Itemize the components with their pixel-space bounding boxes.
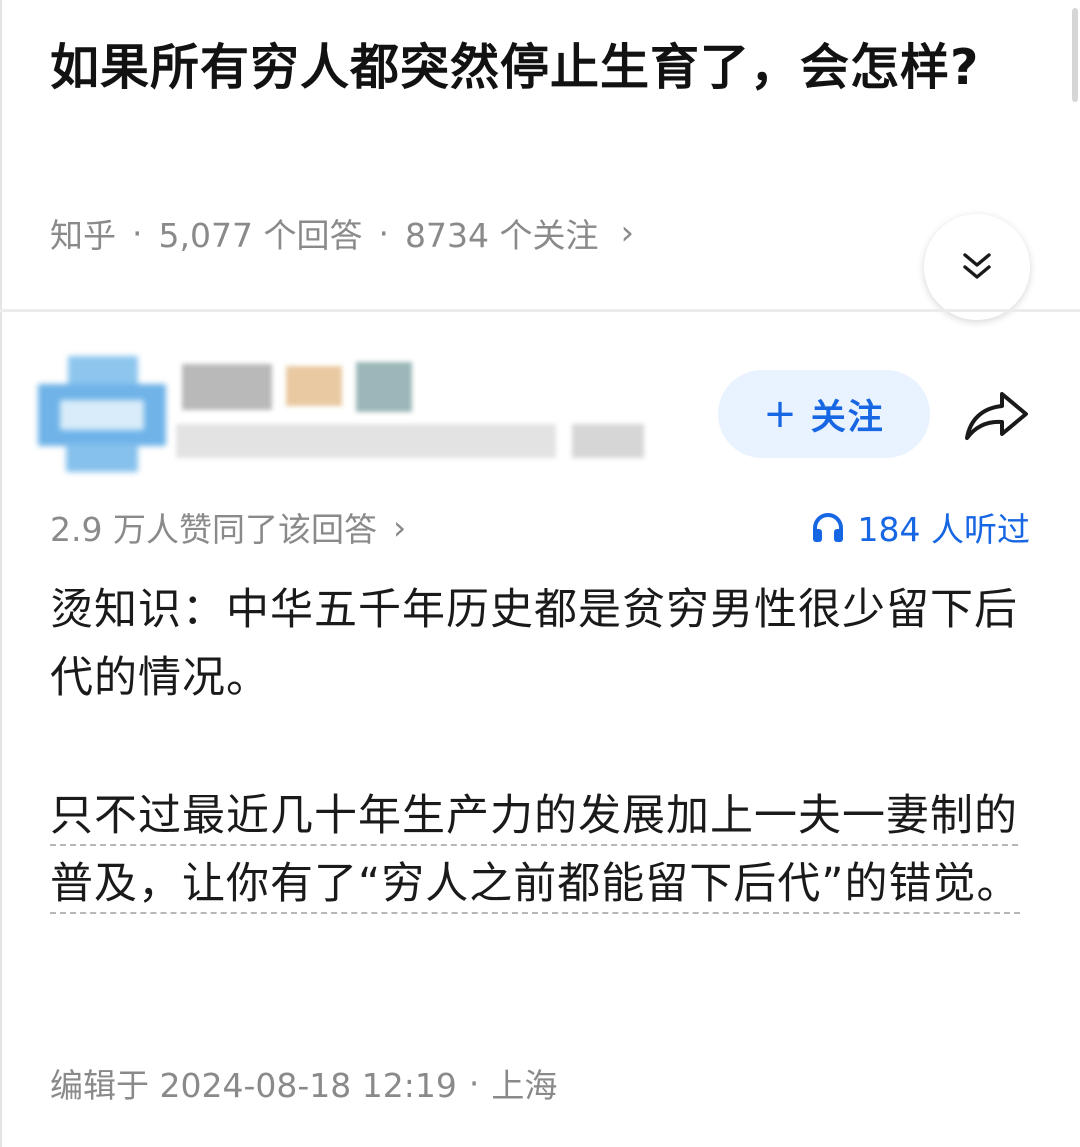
annotated-text[interactable]: 只不过最近几十年生产力的发展加上一夫一妻制的普及，让你有了“穷人之前都能留下后代…: [50, 791, 1021, 909]
meta-separator: ·: [378, 213, 389, 253]
question-title[interactable]: 如果所有穷人都突然停止生育了，会怎样?: [50, 32, 1030, 104]
frame-edge: [0, 0, 2, 1147]
upvote-text: 2.9 万人赞同了该回答: [50, 510, 377, 549]
listen-count: 184 人听过: [857, 510, 1030, 549]
plus-icon: +: [763, 391, 799, 437]
answer-content: 烫知识：中华五千年历史都是贫穷男性很少留下后代的情况。 只不过最近几十年生产力的…: [50, 576, 1040, 918]
double-chevron-down-icon: [963, 253, 991, 279]
follow-button[interactable]: + 关注: [718, 370, 930, 458]
edit-location: 上海: [491, 1066, 558, 1105]
listen-button[interactable]: 184 人听过: [810, 502, 1030, 552]
meta-separator: ·: [132, 213, 143, 253]
edit-time: 编辑于 2024-08-18 12:19: [50, 1066, 457, 1105]
meta-separator: ·: [468, 1063, 480, 1103]
scrollbar[interactable]: [1068, 0, 1080, 110]
follow-label: 关注: [810, 397, 885, 438]
upvote-summary[interactable]: 2.9 万人赞同了该回答 ›: [50, 502, 406, 552]
headphones-icon: [812, 513, 843, 542]
scrollbar-thumb[interactable]: [1072, 8, 1078, 102]
answer-paragraph: 烫知识：中华五千年历史都是贫穷男性很少留下后代的情况。: [50, 585, 1018, 703]
expand-question-button[interactable]: [924, 214, 1030, 320]
edit-info: 编辑于 2024-08-18 12:19 · 上海: [50, 1058, 557, 1108]
section-divider: [0, 309, 1080, 312]
chevron-right-icon: ›: [620, 213, 635, 253]
answers-count: 5,077 个回答: [158, 216, 363, 255]
share-arrow-icon[interactable]: [962, 388, 1030, 444]
answer-paragraph-annotated[interactable]: 只不过最近几十年生产力的发展加上一夫一妻制的普及，让你有了“穷人之前都能留下后代…: [50, 782, 1040, 918]
question-meta[interactable]: 知乎 · 5,077 个回答 · 8734 个关注 ›: [50, 206, 634, 260]
avatar[interactable]: [38, 356, 166, 474]
author-info[interactable]: [176, 358, 696, 470]
followers-count: 8734 个关注: [404, 216, 599, 255]
source-label: 知乎: [50, 216, 116, 255]
chevron-right-icon: ›: [392, 507, 407, 547]
